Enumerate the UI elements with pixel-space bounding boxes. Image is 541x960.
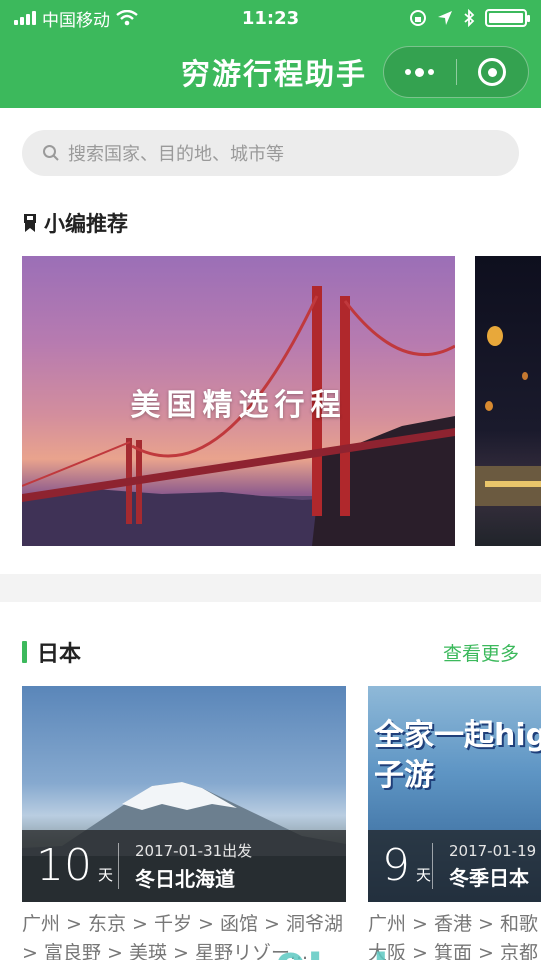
battery-fill [489,13,523,23]
japan-title: 日本 [37,642,82,667]
target-close-icon [478,58,507,86]
battery-icon [485,9,530,27]
search-icon [43,145,59,161]
mini-program-capsule [383,46,529,98]
section-bar-icon [22,641,27,663]
trip-days: 10 [36,840,92,891]
trip-days-unit: 天 [98,866,114,884]
close-button[interactable] [457,47,529,97]
japan-section: 日本 查看更多 10 天 2017-01-31出发 冬日北海道 广州 > 东京 … [0,602,541,960]
recommend-caption: 美国精选行程 [130,388,347,423]
recommend-title: 小编推荐 [44,212,128,236]
family-trip-image: 全家一起high 日本亲子游 9 天 2017-01-19 冬季日本 [368,686,541,902]
view-more-link[interactable]: 查看更多 [443,639,519,666]
trip-name: 冬日北海道 [135,867,235,891]
recommend-card-usa[interactable]: 美国精选行程 [22,256,455,546]
status-time: 11:23 [241,7,300,29]
ribbon-icon [24,214,36,232]
trip-card-list: 10 天 2017-01-31出发 冬日北海道 广州 > 东京 > 千岁 > 函… [22,686,541,960]
recommend-carousel: 美国精选行程 [22,256,541,546]
more-button[interactable] [384,47,456,97]
trip-overlay: 10 天 2017-01-31出发 冬日北海道 [22,830,346,902]
trip-days-unit: 天 [416,866,432,884]
watermark-left: 9lud [275,944,388,960]
top-bar: 中国移动 11:23 穷游行程助手 [0,0,541,108]
search-input[interactable]: 搜索国家、目的地、城市等 [22,130,519,176]
recommend-heading: 小编推荐 [22,208,541,238]
trip-days: 9 [382,840,410,891]
trip-date: 2017-01-31出发 [135,842,253,860]
image-banner-text: 全家一起high 日本亲子游 [374,718,541,793]
title-bar: 穷游行程助手 [0,36,541,108]
search-placeholder: 搜索国家、目的地、城市等 [68,144,284,165]
site-watermark: 9lud.com [275,944,513,960]
recommend-card-lanterns[interactable] [475,256,541,546]
page-title: 穷游行程助手 [180,57,367,91]
trip-date: 2017-01-19 [449,841,537,860]
mount-fuji-image: 10 天 2017-01-31出发 冬日北海道 [22,686,346,902]
more-dots-icon [405,67,435,77]
trip-card[interactable]: 全家一起high 日本亲子游 9 天 2017-01-19 冬季日本 广州 > … [368,686,541,960]
watermark-right: .com [389,944,513,960]
trip-card[interactable]: 10 天 2017-01-31出发 冬日北海道 广州 > 东京 > 千岁 > 函… [22,686,346,960]
trip-overlay: 9 天 2017-01-19 冬季日本 [368,830,541,902]
recommend-section: 搜索国家、目的地、城市等 小编推荐 美国精选行程 [0,108,541,574]
japan-heading: 日本 [22,636,81,668]
status-bar: 中国移动 11:23 [0,0,541,36]
trip-name: 冬季日本 [449,865,529,890]
lantern-image [475,326,541,506]
